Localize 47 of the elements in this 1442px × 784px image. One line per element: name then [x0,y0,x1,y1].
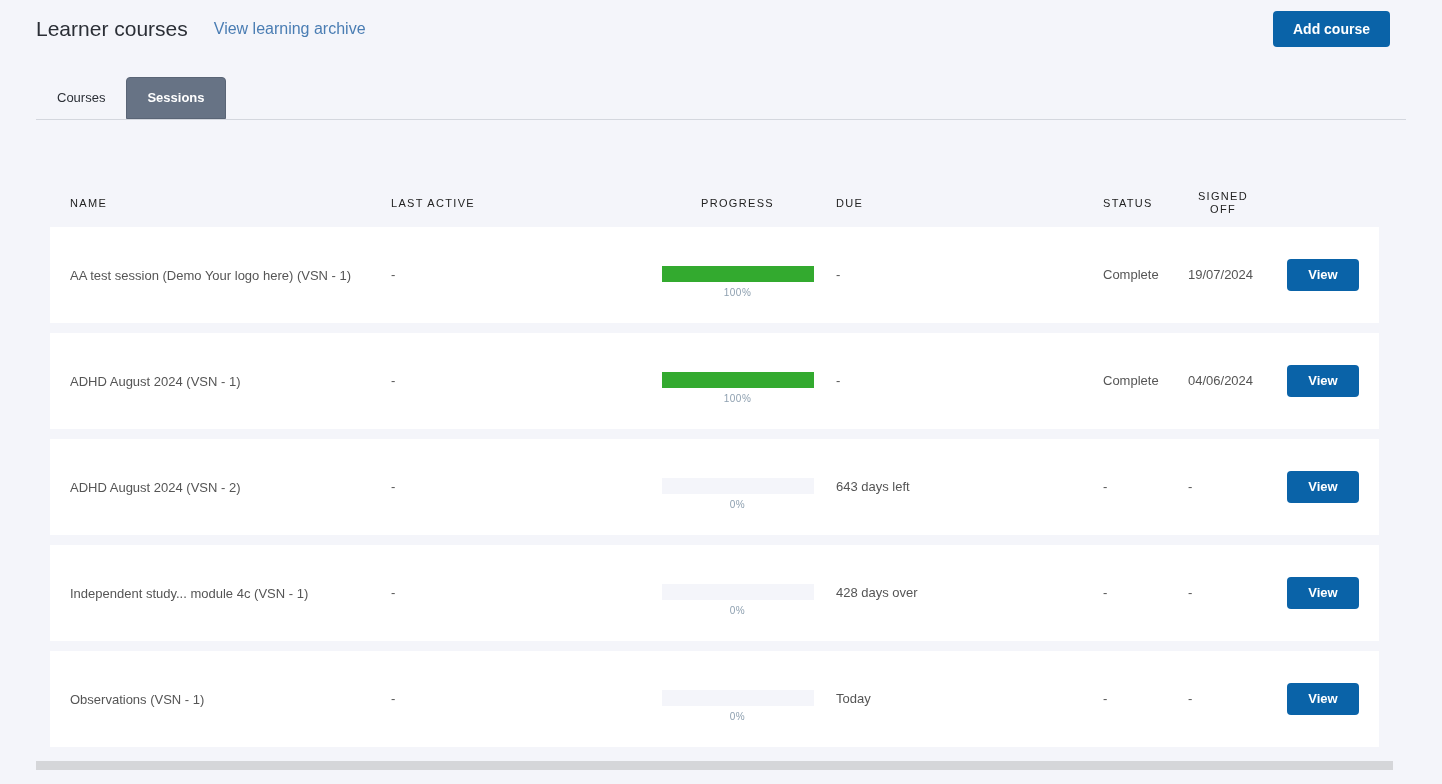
last-active: - [391,266,397,285]
signed-off-date: - [1188,478,1194,497]
progress-percent: 0% [729,603,746,618]
due-text: - [835,266,842,285]
progress-percent: 100% [723,285,752,300]
due-text: - [835,372,842,391]
view-button[interactable]: View [1287,259,1359,291]
progress-percent: 100% [723,391,752,406]
column-header: STATUS [1103,197,1153,210]
status-text: - [1103,478,1109,497]
status-text: - [1103,584,1109,603]
session-name: AA test session (Demo Your logo here) (VSN - 1) [70,266,353,285]
last-active: - [391,478,397,497]
tab[interactable]: Sessions [126,77,226,119]
horizontal-scrollbar[interactable] [36,761,1393,770]
signed-off-date: 04/06/2024 [1188,372,1255,391]
signed-off-date: - [1188,690,1194,709]
archive-link[interactable]: View learning archive [213,17,366,41]
session-name: ADHD August 2024 (VSN - 2) [70,478,242,497]
tab[interactable]: Courses [36,77,127,119]
last-active: - [391,584,397,603]
last-active: - [391,690,397,709]
column-header: SIGNED OFF [1196,189,1250,216]
session-name: Independent study... module 4c (VSN - 1) [70,584,310,603]
column-header: PROGRESS [701,197,774,210]
column-header: NAME [70,197,108,210]
due-text: 643 days left [835,478,911,497]
progress-percent: 0% [729,497,746,512]
add-course-button[interactable]: Add course [1273,11,1390,47]
session-name: ADHD August 2024 (VSN - 1) [70,372,242,391]
signed-off-date: - [1188,584,1194,603]
status-text: - [1103,690,1109,709]
view-button[interactable]: View [1287,683,1359,715]
view-button[interactable]: View [1287,365,1359,397]
view-button[interactable]: View [1287,577,1359,609]
column-header: LAST ACTIVE [391,197,475,210]
due-text: 428 days over [835,584,919,603]
status-text: Complete [1103,266,1160,285]
column-header: DUE [836,197,864,210]
session-name: Observations (VSN - 1) [70,690,206,709]
signed-off-date: 19/07/2024 [1188,266,1255,285]
due-text: Today [835,690,872,709]
status-text: Complete [1103,372,1160,391]
view-button[interactable]: View [1287,471,1359,503]
progress-percent: 0% [729,709,746,724]
page-title: Learner courses [36,16,188,43]
last-active: - [391,372,397,391]
